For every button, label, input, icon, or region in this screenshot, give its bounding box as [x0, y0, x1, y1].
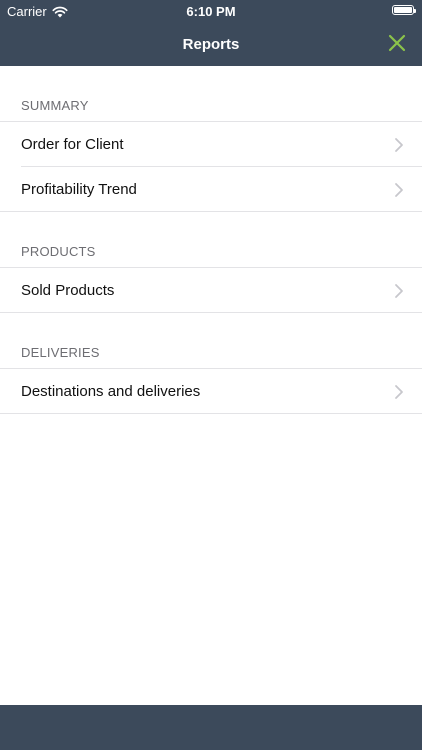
reports-list: SUMMARY Order for Client Profitability T… — [0, 66, 422, 414]
chevron-right-icon — [395, 183, 403, 197]
section-header-products: PRODUCTS — [0, 212, 422, 268]
battery-icon — [392, 5, 416, 15]
top-bar: Carrier 6:10 PM Reports — [0, 0, 422, 66]
section-header-deliveries: DELIVERIES — [0, 313, 422, 369]
page-title: Reports — [182, 36, 240, 53]
section-separator — [0, 413, 422, 414]
battery-fill — [394, 7, 412, 13]
list-item-order-for-client[interactable]: Order for Client — [0, 122, 422, 167]
chevron-right-icon — [395, 284, 403, 298]
section-separator — [0, 312, 422, 313]
bottom-toolbar — [0, 705, 422, 750]
chevron-right-icon — [395, 385, 403, 399]
list-item-label: Profitability Trend — [21, 181, 137, 198]
list-item-label: Destinations and deliveries — [21, 383, 201, 400]
section-header-summary: SUMMARY — [0, 66, 422, 122]
close-icon[interactable] — [386, 32, 408, 54]
reports-screen: Carrier 6:10 PM Reports SUMMARY Order fo… — [0, 0, 422, 750]
list-item-profitability-trend[interactable]: Profitability Trend — [0, 167, 422, 212]
list-item-label: Sold Products — [21, 282, 115, 299]
navigation-bar: Reports — [0, 22, 422, 66]
list-item-label: Order for Client — [21, 136, 124, 153]
status-bar: Carrier 6:10 PM — [0, 0, 422, 22]
list-item-sold-products[interactable]: Sold Products — [0, 268, 422, 313]
status-time: 6:10 PM — [186, 4, 236, 19]
list-item-destinations-and-deliveries[interactable]: Destinations and deliveries — [0, 369, 422, 414]
chevron-right-icon — [395, 138, 403, 152]
section-separator — [0, 211, 422, 212]
